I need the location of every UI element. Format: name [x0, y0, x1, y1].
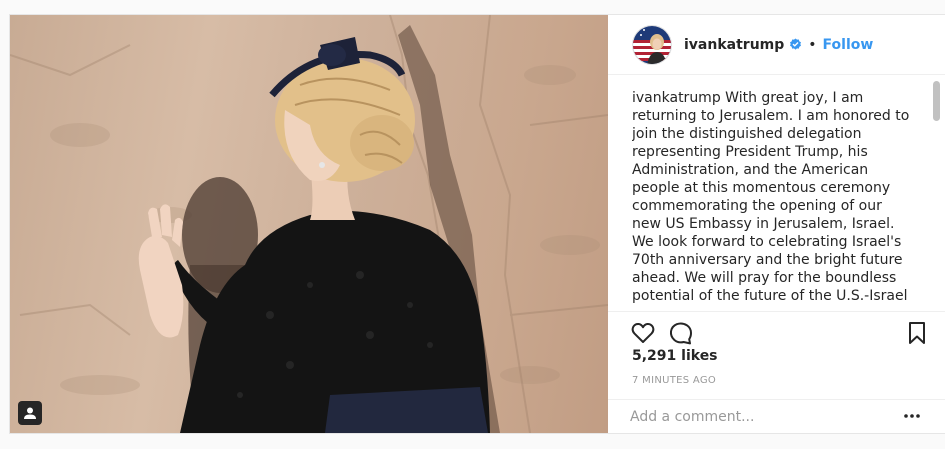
caption-text: With great joy, I am returning to Jerusa…	[632, 90, 910, 303]
user-tag-icon[interactable]	[18, 401, 42, 425]
comment-bar	[608, 399, 945, 433]
caption: ivankatrump With great joy, I am returni…	[632, 89, 912, 303]
action-bar	[608, 311, 945, 351]
bookmark-icon[interactable]	[904, 320, 930, 346]
username-link[interactable]: ivankatrump	[684, 37, 784, 53]
heart-icon[interactable]	[630, 320, 656, 346]
follow-button[interactable]: Follow	[823, 37, 874, 53]
scrollbar-thumb[interactable]	[933, 81, 940, 121]
post-header: ivankatrump • Follow	[608, 15, 945, 75]
post-photo[interactable]	[10, 15, 608, 433]
avatar-image	[633, 25, 671, 64]
caption-username[interactable]: ivankatrump	[632, 90, 721, 106]
separator-dot: •	[808, 36, 817, 53]
more-options-icon[interactable]	[902, 406, 922, 426]
photo-illustration	[10, 15, 608, 433]
avatar[interactable]	[632, 24, 672, 65]
caption-scroll-area[interactable]: ivankatrump With great joy, I am returni…	[632, 89, 932, 303]
post-side-panel: ivankatrump • Follow ivankatrump With gr…	[608, 15, 945, 433]
comment-input[interactable]	[630, 406, 900, 428]
likes-count[interactable]: 5,291 likes	[632, 348, 718, 364]
post-timestamp[interactable]: 7 MINUTES AGO	[632, 375, 716, 386]
verified-badge-icon	[790, 38, 802, 50]
comment-icon[interactable]	[668, 320, 694, 346]
caption-scrollbar[interactable]	[930, 79, 942, 303]
instagram-post: ivankatrump • Follow ivankatrump With gr…	[9, 14, 945, 434]
